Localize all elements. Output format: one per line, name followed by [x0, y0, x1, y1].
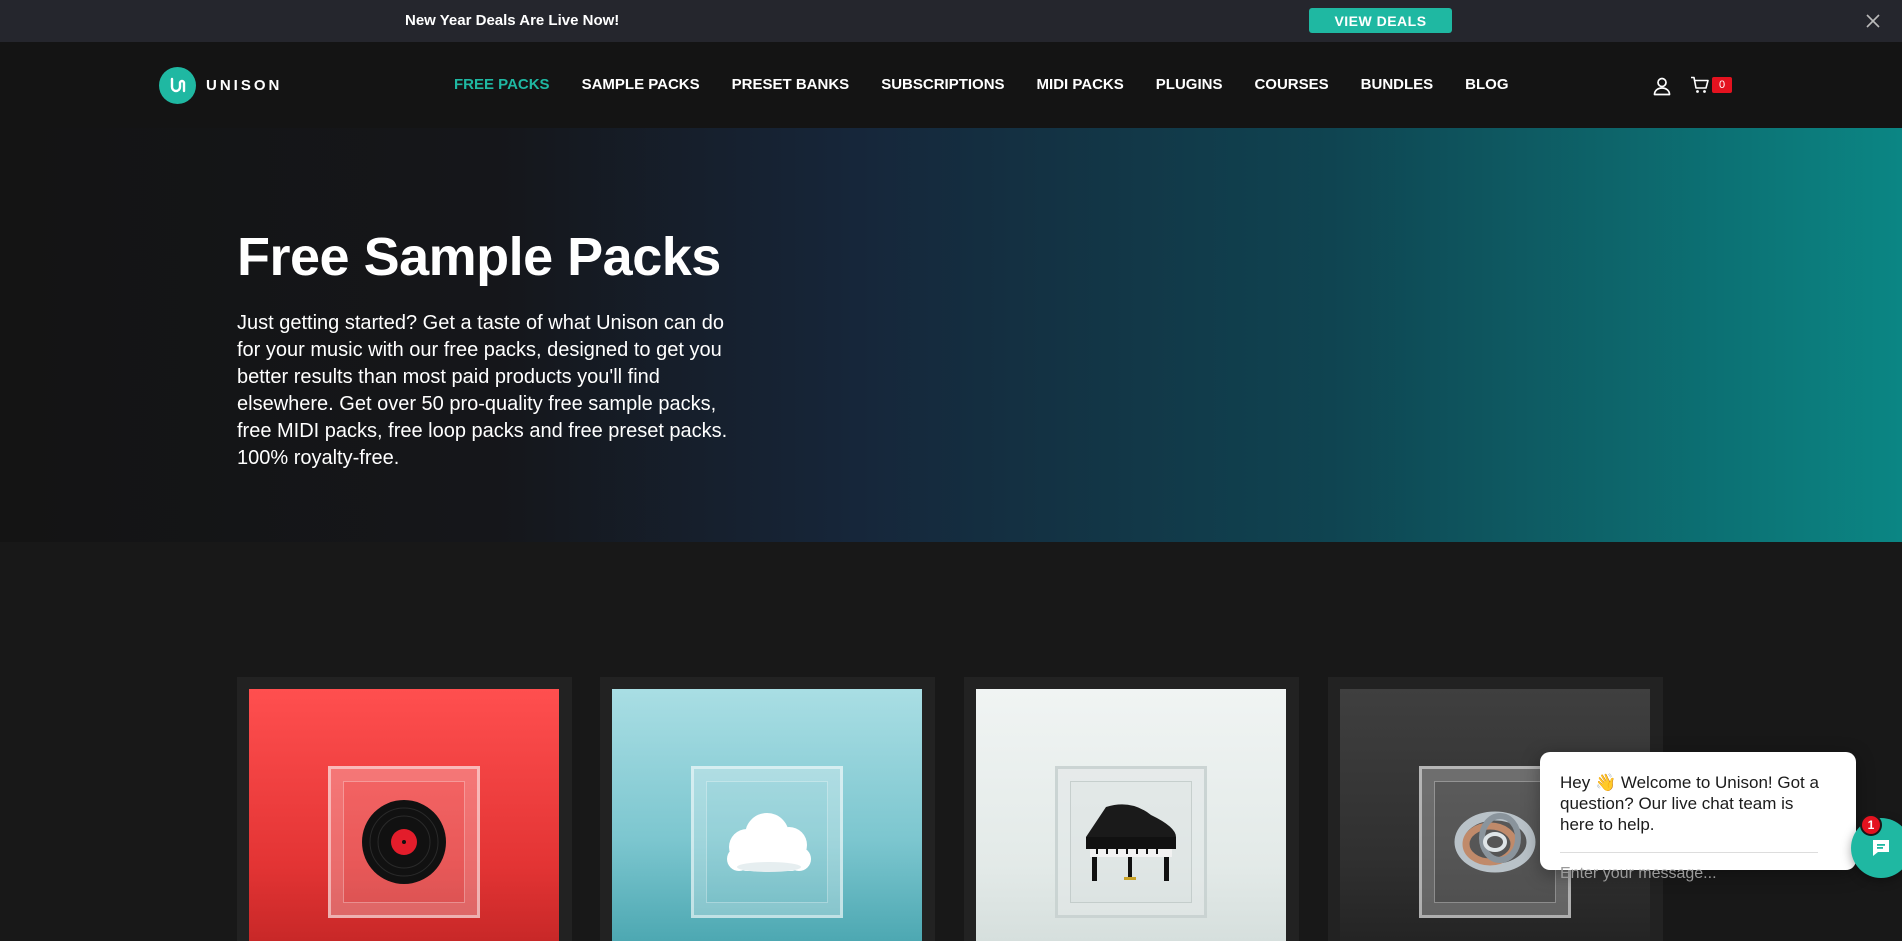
hero-banner: Free Sample Packs Just getting started? … — [0, 128, 1902, 542]
product-image — [976, 689, 1286, 941]
nav-bundles[interactable]: BUNDLES — [1361, 76, 1434, 93]
glass-box — [328, 766, 480, 918]
product-card[interactable] — [600, 677, 935, 941]
nav-blog[interactable]: BLOG — [1465, 76, 1508, 93]
nav-courses[interactable]: COURSES — [1254, 76, 1328, 93]
cart-icon — [1691, 76, 1709, 93]
cart-count-badge: 0 — [1712, 77, 1732, 93]
vinyl-record-icon — [362, 800, 446, 884]
main-nav: FREE PACKS SAMPLE PACKS PRESET BANKS SUB… — [454, 76, 1541, 93]
chat-welcome-message: Hey 👋 Welcome to Unison! Got a question?… — [1560, 773, 1819, 834]
site-header: UNISON FREE PACKS SAMPLE PACKS PRESET BA… — [0, 42, 1902, 128]
product-image — [612, 689, 922, 941]
page-title: Free Sample Packs — [237, 227, 721, 287]
announcement-text: New Year Deals Are Live Now! — [405, 12, 620, 29]
chat-notification-badge: 1 — [1860, 814, 1882, 836]
chat-message-input[interactable] — [1560, 862, 1830, 886]
grand-piano-icon — [1086, 804, 1176, 881]
glass-box — [691, 766, 843, 918]
logo-text: UNISON — [206, 76, 283, 94]
user-icon[interactable] — [1652, 76, 1672, 96]
cloud-icon — [727, 813, 811, 872]
nav-plugins[interactable]: PLUGINS — [1156, 76, 1223, 93]
metal-knot-icon — [1454, 811, 1536, 873]
logo-mark-icon — [159, 66, 196, 104]
nav-free-packs[interactable]: FREE PACKS — [454, 76, 550, 93]
announcement-bar: New Year Deals Are Live Now! VIEW DEALS — [0, 0, 1902, 42]
nav-sample-packs[interactable]: SAMPLE PACKS — [582, 76, 700, 93]
nav-midi-packs[interactable]: MIDI PACKS — [1037, 76, 1124, 93]
glass-box — [1055, 766, 1207, 918]
hero-description: Just getting started? Get a taste of wha… — [237, 312, 728, 469]
chat-popup: Hey 👋 Welcome to Unison! Got a question?… — [1540, 752, 1856, 886]
chat-divider — [1560, 852, 1818, 853]
cart-button[interactable]: 0 — [1690, 75, 1732, 95]
close-icon[interactable] — [1865, 13, 1881, 29]
unison-logo[interactable]: UNISON — [159, 66, 282, 104]
product-card[interactable] — [237, 677, 572, 941]
product-image — [249, 689, 559, 941]
chat-bubble-icon — [1873, 840, 1889, 856]
view-deals-button[interactable]: VIEW DEALS — [1309, 8, 1452, 33]
nav-preset-banks[interactable]: PRESET BANKS — [732, 76, 850, 93]
product-card[interactable] — [964, 677, 1299, 941]
nav-subscriptions[interactable]: SUBSCRIPTIONS — [881, 76, 1004, 93]
